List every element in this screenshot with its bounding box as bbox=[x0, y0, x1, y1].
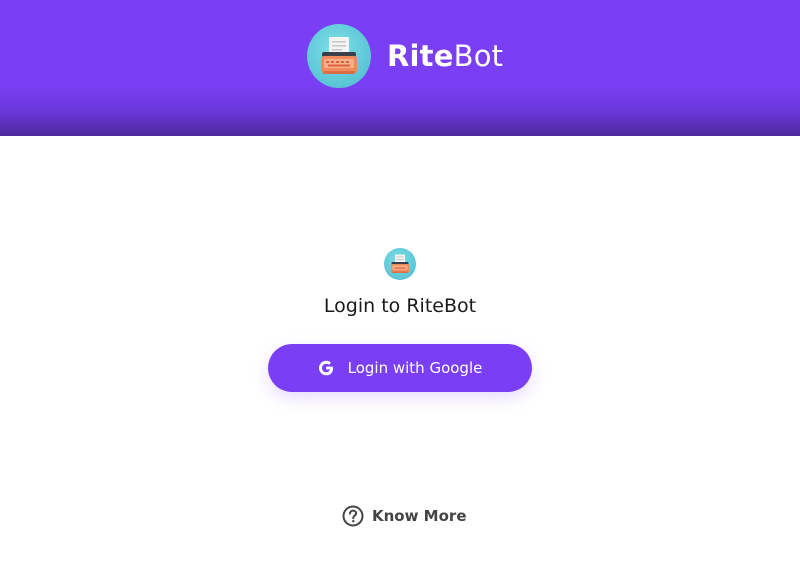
google-icon bbox=[318, 360, 334, 376]
login-title: Login to RiteBot bbox=[323, 295, 477, 317]
login-with-google-button[interactable]: Login with Google bbox=[268, 344, 532, 392]
typewriter-icon bbox=[307, 24, 371, 88]
know-more-label: Know More bbox=[372, 507, 467, 525]
login-with-google-label: Login with Google bbox=[347, 359, 483, 377]
typewriter-icon bbox=[384, 248, 416, 280]
brand-name: RiteBot bbox=[387, 39, 503, 73]
app-header: RiteBot bbox=[0, 0, 800, 136]
know-more-link[interactable]: Know More bbox=[342, 504, 467, 528]
brand-name-strong: Rite bbox=[387, 39, 454, 73]
question-circle-icon bbox=[342, 505, 364, 527]
brand-name-light: Bot bbox=[453, 39, 504, 73]
brand: RiteBot bbox=[307, 24, 503, 88]
